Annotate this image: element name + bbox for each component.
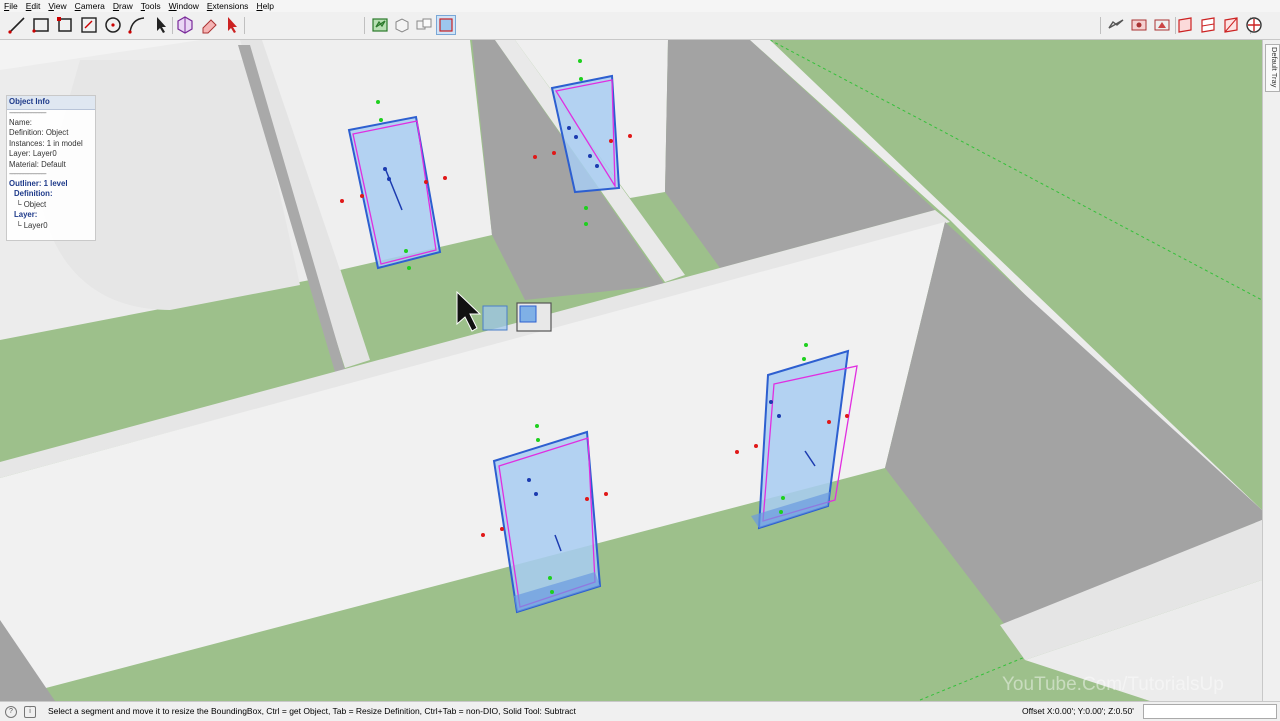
toolbar-separator [244, 17, 245, 34]
rectangle-tool-button[interactable] [31, 15, 51, 35]
object-name: Name: [9, 117, 32, 127]
line-tool-button[interactable] [7, 15, 27, 35]
display-section-icon [1201, 17, 1215, 33]
eraser-tool-button[interactable] [199, 15, 219, 35]
status-bar: ? i Select a segment and move it to resi… [0, 701, 1280, 721]
object-copy-button[interactable] [414, 15, 434, 35]
menu-help[interactable]: Help [252, 0, 277, 12]
tray-label: Default Tray [1270, 47, 1279, 88]
drawing-viewport[interactable]: Object Info ----------------------- Name… [0, 40, 1262, 701]
offset-rectangle-tool-button[interactable] [79, 15, 99, 35]
measurements-label: Offset X:0.00'; Y:0.00'; Z:0.50' [1022, 706, 1134, 716]
object-box-button[interactable] [392, 15, 412, 35]
solid-tools-icon [372, 18, 388, 32]
circle-tool-button[interactable] [103, 15, 123, 35]
arc-tool-button[interactable] [127, 15, 147, 35]
rotated-rectangle-tool-button[interactable] [55, 15, 75, 35]
select-tool-button[interactable] [151, 15, 171, 35]
bounding-box-icon [439, 18, 453, 32]
display-section-button[interactable] [1198, 15, 1218, 35]
object-instances: Instances: 1 in model [9, 138, 83, 148]
offset-rectangle-tool-icon [81, 17, 97, 33]
line-tool-icon [8, 17, 25, 34]
divider: ----------------------- [9, 109, 47, 117]
measurements-input[interactable] [1143, 704, 1277, 719]
toolbar-separator [1100, 17, 1101, 34]
rectangle-tool-icon [32, 18, 49, 33]
scale-tool-icon [177, 16, 193, 34]
outliner-header: Outliner: 1 level [9, 178, 68, 188]
sandbox-button[interactable] [1106, 15, 1126, 35]
toolbar-separator [172, 17, 173, 34]
menu-edit[interactable]: Edit [22, 0, 45, 12]
solid-tools-button[interactable] [370, 15, 390, 35]
toolbar-separator [364, 17, 365, 34]
menu-extensions[interactable]: Extensions [203, 0, 253, 12]
menu-bar: File Edit View Camera Draw Tools Window Extensi… [0, 0, 1280, 12]
credits-icon[interactable]: i [24, 706, 36, 718]
section-cut-button[interactable] [1221, 15, 1241, 35]
toolbar [0, 12, 1280, 40]
trace-button[interactable] [1129, 15, 1149, 35]
object-definition: Definition: Object [9, 128, 69, 138]
object-info-title: Object Info [7, 96, 95, 110]
arrow-cursor-tool-button[interactable] [223, 15, 243, 35]
rotated-rectangle-tool-icon [57, 17, 72, 32]
render-icon [1154, 19, 1170, 31]
section-plane-button[interactable] [1175, 15, 1195, 35]
outliner-definition-value: └ Object [16, 199, 47, 209]
object-info-panel: Object Info ----------------------- Name… [6, 95, 96, 241]
render-button[interactable] [1152, 15, 1172, 35]
watermark: YouTube.Com/TutorialsUp [1002, 674, 1224, 695]
menu-window[interactable]: Window [165, 0, 203, 12]
tray-tab[interactable]: Default Tray [1265, 44, 1280, 92]
object-copy-icon [416, 18, 432, 30]
bounding-box-button[interactable] [436, 15, 456, 35]
extension-warehouse-icon [1246, 17, 1262, 33]
outliner-definition-header: Definition: [14, 189, 53, 199]
section-plane-icon [1178, 17, 1192, 33]
section-cut-icon [1224, 17, 1238, 33]
eraser-tool-icon [202, 19, 217, 34]
arc-tool-icon [128, 17, 145, 34]
object-material: Material: Default [9, 159, 66, 169]
object-layer: Layer: Layer0 [9, 149, 57, 159]
select-tool-icon [157, 17, 166, 33]
model-scene[interactable] [0, 40, 1262, 701]
default-tray[interactable]: Default Tray [1262, 40, 1280, 701]
extension-warehouse-button[interactable] [1244, 15, 1264, 35]
outliner-layer-header: Layer: [14, 210, 38, 220]
trace-icon [1131, 19, 1147, 31]
geolocation-icon[interactable]: ? [5, 706, 17, 718]
menu-draw[interactable]: Draw [109, 0, 137, 12]
arrow-cursor-tool-icon [228, 17, 237, 33]
menu-file[interactable]: File [0, 0, 22, 12]
sandbox-icon [1108, 19, 1124, 29]
divider: ----------------------- [9, 170, 47, 178]
menu-view[interactable]: View [44, 0, 70, 12]
status-message: Select a segment and move it to resize t… [48, 706, 576, 716]
circle-tool-icon [105, 17, 121, 33]
object-box-icon [395, 18, 409, 33]
menu-camera[interactable]: Camera [71, 0, 109, 12]
menu-tools[interactable]: Tools [137, 0, 165, 12]
outliner-layer-value: └ Layer0 [16, 220, 48, 230]
scale-tool-button[interactable] [175, 15, 195, 35]
